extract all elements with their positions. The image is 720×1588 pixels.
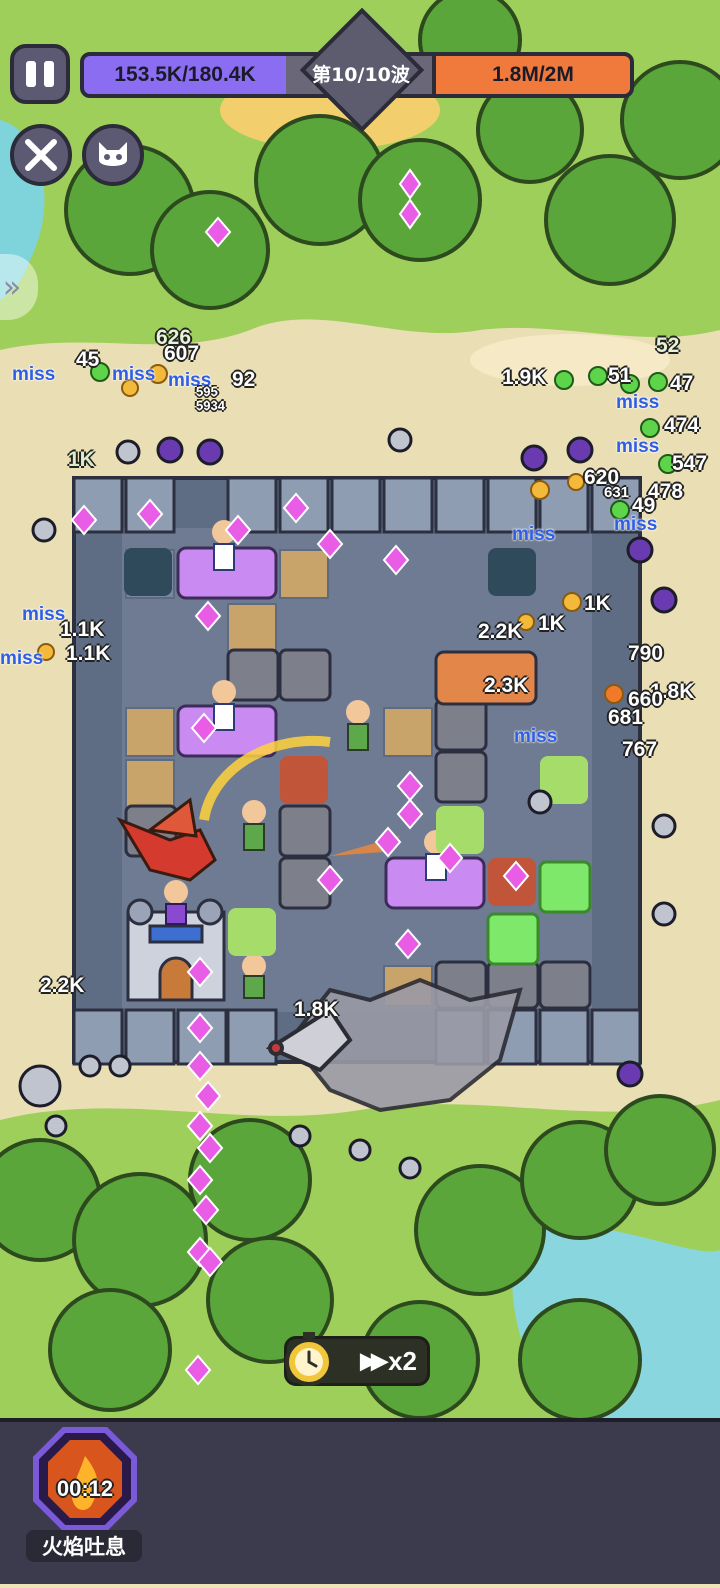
miss-text: miss bbox=[616, 436, 660, 457]
damage-text: 681 bbox=[608, 706, 644, 729]
damage-text: 92 bbox=[232, 368, 256, 391]
damage-text: 790 bbox=[628, 642, 664, 665]
fast-forward-icon: ▶▶ bbox=[360, 1348, 388, 1373]
damage-text: 1K bbox=[68, 448, 95, 471]
skill-cooldown-timer: 00:12 bbox=[56, 1476, 114, 1501]
player-hp-text: 153.5K/180.4K bbox=[114, 63, 256, 86]
damage-text: 2.2K bbox=[40, 974, 85, 997]
boss-info-button[interactable] bbox=[82, 124, 144, 186]
damage-text: 2.2K bbox=[478, 620, 523, 643]
damage-text: 595 bbox=[196, 384, 218, 399]
miss-text: miss bbox=[514, 726, 558, 747]
double-chevron-right-icon: » bbox=[2, 269, 22, 305]
damage-text: 767 bbox=[622, 738, 658, 761]
damage-text: 631 bbox=[604, 484, 630, 501]
miss-text: miss bbox=[112, 364, 156, 385]
miss-text: miss bbox=[616, 392, 660, 413]
boss-hp-text: 1.8M/2M bbox=[492, 63, 574, 86]
damage-text: 1.1K bbox=[60, 618, 105, 641]
crossed-swords-icon bbox=[25, 139, 57, 171]
damage-text: 1.1K bbox=[66, 642, 111, 665]
player-hp-bar: 153.5K/180.4K bbox=[80, 52, 290, 98]
damage-text: 1K bbox=[538, 612, 565, 635]
damage-text: 474 bbox=[664, 414, 700, 437]
damage-text: 2.3K bbox=[484, 674, 529, 697]
damage-text: 47 bbox=[670, 372, 694, 395]
miss-text: miss bbox=[22, 604, 66, 625]
game-scene[interactable]: 153.5K/180.4K 1.8M/2M 第10/10波 » miss mis… bbox=[0, 0, 720, 1584]
damage-text: 1.8K bbox=[294, 998, 339, 1021]
miss-text: miss bbox=[0, 648, 44, 669]
skill-name-label: 火焰吐息 bbox=[26, 1530, 142, 1562]
wave-counter: 第10/10波 bbox=[312, 64, 410, 86]
damage-text: 1K bbox=[584, 592, 611, 615]
damage-text: 51 bbox=[608, 364, 632, 387]
battle-skill-button[interactable] bbox=[10, 124, 72, 186]
damage-text: 1.9K bbox=[502, 366, 547, 389]
damage-text: 45 bbox=[76, 348, 100, 371]
stopwatch-icon bbox=[285, 1332, 333, 1386]
demon-face-icon bbox=[99, 142, 127, 166]
pause-button[interactable] bbox=[10, 44, 70, 104]
miss-text: miss bbox=[512, 524, 556, 545]
miss-text: miss bbox=[12, 364, 56, 385]
boss-hp-bar: 1.8M/2M bbox=[432, 52, 634, 98]
damage-text: 547 bbox=[672, 452, 708, 475]
damage-text: 49 bbox=[632, 494, 656, 517]
damage-text: 52 bbox=[656, 334, 680, 357]
damage-text: 626 bbox=[156, 326, 192, 349]
damage-text: 5934 bbox=[196, 398, 225, 413]
speed-multiplier: x2 bbox=[388, 1345, 417, 1376]
pause-icon bbox=[26, 61, 36, 87]
